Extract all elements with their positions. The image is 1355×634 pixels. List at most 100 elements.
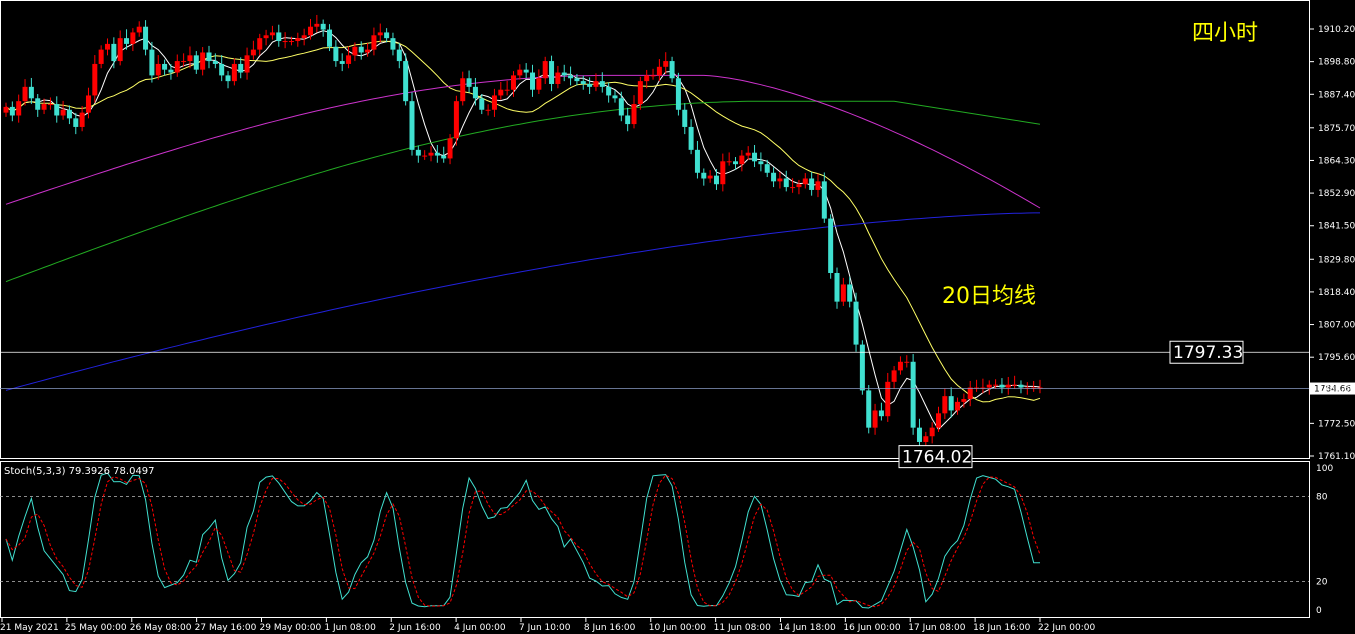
candle-body — [694, 149, 700, 173]
candle-body — [961, 399, 967, 402]
candle-body — [193, 55, 199, 70]
candle-body — [682, 109, 688, 127]
price-tick-label: 1898.80 — [1318, 58, 1355, 68]
candle-body — [739, 155, 745, 165]
candle-body — [136, 26, 142, 33]
candle-body — [967, 387, 973, 400]
time-tick-label: 25 May 00:00 — [65, 623, 127, 633]
candle-body — [60, 109, 66, 116]
candle-body — [891, 370, 897, 382]
candle-body — [498, 89, 504, 96]
time-tick-label: 11 Jun 08:00 — [714, 623, 771, 633]
candle-body — [745, 152, 751, 156]
candle-body — [993, 384, 999, 386]
candle-body — [485, 109, 491, 111]
candle-body — [206, 52, 212, 62]
candle-body — [92, 63, 98, 96]
candlestick-series — [3, 14, 1043, 448]
candle-body — [66, 109, 72, 119]
candle-body — [904, 361, 910, 363]
stoch-tick-label: 0 — [1316, 606, 1322, 616]
candle-body — [3, 106, 9, 113]
candle-body — [733, 161, 739, 165]
candle-body — [790, 187, 796, 189]
ma20-annotation: 20日均线 — [942, 284, 1036, 309]
candle-body — [371, 35, 377, 50]
time-tick-label: 10 Jun 00:00 — [649, 623, 706, 633]
candle-body — [181, 61, 187, 63]
candle-body — [834, 273, 840, 302]
price-tick-label: 1761.10 — [1318, 452, 1355, 462]
price-tick-label: 1795.60 — [1318, 353, 1355, 363]
candle-body — [656, 66, 662, 76]
candle-body — [231, 63, 237, 82]
candle-body — [124, 38, 130, 44]
candle-body — [104, 43, 110, 50]
price-tick-label: 1875.70 — [1318, 124, 1355, 134]
time-tick-label: 22 Jun 00:00 — [1038, 623, 1095, 633]
candle-body — [149, 49, 155, 76]
candle-body — [219, 63, 225, 76]
candle-body — [910, 361, 916, 428]
candle-body — [612, 95, 618, 99]
candle-body — [117, 38, 123, 62]
candle-body — [479, 98, 485, 110]
price-tick-label: 1841.50 — [1318, 222, 1355, 232]
time-tick-label: 7 Jun 10:00 — [519, 623, 571, 633]
candle-body — [22, 86, 28, 102]
candle-body — [111, 43, 117, 62]
price-tick-label: 1807.00 — [1318, 321, 1355, 331]
candle-body — [758, 161, 764, 165]
candle-body — [460, 78, 466, 102]
candle-body — [288, 41, 294, 43]
candle-body — [377, 32, 383, 36]
time-tick-label: 26 May 08:00 — [130, 623, 192, 633]
candle-body — [847, 284, 853, 302]
candle-body — [352, 46, 358, 56]
candle-body — [764, 164, 770, 173]
price-tick-label: 1852.90 — [1318, 189, 1355, 199]
candle-body — [752, 152, 758, 162]
candle-body — [9, 106, 15, 116]
candle-body — [428, 152, 434, 156]
candle-body — [333, 46, 339, 62]
candle-body — [955, 401, 961, 411]
candle-body — [815, 181, 821, 190]
candle-body — [859, 344, 865, 391]
price-axis: 1910.20 1898.80 1887.40 1875.70 1864.30 1852.… — [1309, 25, 1355, 462]
candle-body — [701, 172, 707, 179]
price-tick-label: 1910.20 — [1318, 25, 1355, 35]
candle-body — [320, 23, 326, 30]
candle-body — [282, 41, 288, 43]
time-tick-label: 8 Jun 16:00 — [584, 623, 636, 633]
candle-body — [98, 49, 104, 64]
candle-body — [225, 75, 231, 82]
candle-body — [885, 381, 891, 417]
candle-body — [542, 61, 548, 79]
time-tick-label: 4 Jun 00:00 — [454, 623, 506, 633]
candle-body — [79, 112, 85, 127]
candle-body — [530, 72, 536, 90]
time-tick-label: 1 Jun 08:00 — [324, 623, 376, 633]
oscillator-frame — [0, 461, 1310, 618]
candle-body — [606, 86, 612, 96]
candle-body — [568, 75, 574, 79]
candle-body — [47, 104, 53, 106]
candle-body — [358, 46, 364, 53]
candle-body — [28, 86, 34, 99]
candle-body — [929, 427, 935, 437]
ma5-line — [5, 30, 1041, 431]
candle-body — [250, 49, 256, 56]
stoch-tick-label: 100 — [1316, 464, 1333, 474]
time-tick-label: 16 Jun 00:00 — [843, 623, 900, 633]
price-tick-label: 1818.40 — [1318, 288, 1355, 298]
candle-body — [301, 35, 307, 39]
candle-body — [593, 81, 599, 87]
candle-body — [403, 61, 409, 102]
candle-body — [384, 32, 390, 39]
level-lines: 1797.33 1784.66 1764.02 — [0, 340, 1355, 469]
candle-body — [878, 410, 884, 417]
candle-body — [897, 361, 903, 371]
candle-body — [942, 396, 948, 414]
candle-body — [936, 413, 942, 428]
